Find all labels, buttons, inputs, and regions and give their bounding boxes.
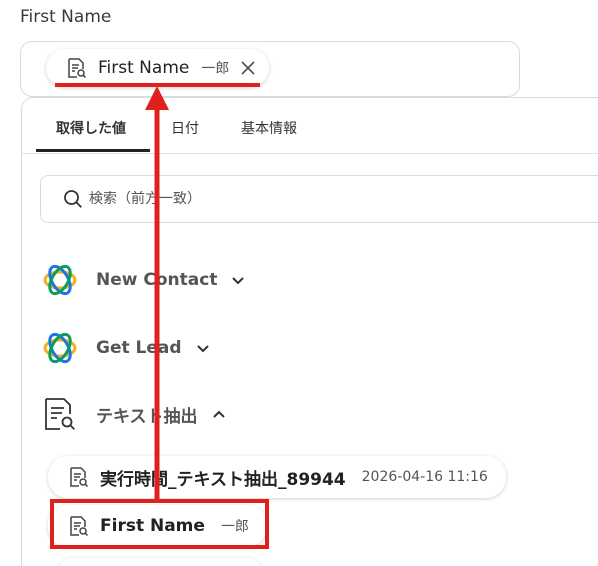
chip-value: 一郎 [201,61,230,77]
field-label: First Name [20,7,112,27]
tab-retrieved-values[interactable]: 取得した値 [36,118,151,152]
group-get-lead[interactable]: Get Lead [42,330,212,366]
document-search-icon [64,56,88,80]
annotation-underline [55,83,260,87]
tab-basic-info[interactable]: 基本情報 [241,118,297,152]
search-input[interactable] [89,191,389,207]
document-search-icon [42,396,78,432]
zoho-crm-icon [42,330,78,366]
selected-value-chip[interactable]: First Name 一郎 [46,49,270,87]
value-item-chip[interactable]: 実行時間_テキスト抽出_89944 2026-04-16 11:16 [48,456,506,498]
active-tab-indicator [36,149,150,152]
chip-name: First Name [98,58,190,78]
group-name: Get Lead [96,338,182,358]
item-name: 実行時間_テキスト抽出_89944 [100,469,346,490]
item-value: 2026-04-16 11:16 [361,469,488,485]
chevron-up-icon[interactable] [210,405,228,423]
close-icon[interactable] [239,59,257,77]
group-name: テキスト抽出 [96,406,198,427]
group-new-contact[interactable]: New Contact [42,262,247,298]
value-item-chip[interactable] [60,558,260,566]
zoho-crm-icon [42,262,78,298]
tab-date[interactable]: 日付 [171,118,227,152]
tabs-divider [22,153,598,154]
chevron-down-icon[interactable] [229,271,247,289]
group-name: New Contact [96,270,218,290]
group-text-extraction[interactable]: テキスト抽出 [42,396,228,432]
annotation-highlight-box [50,499,269,549]
tab-bar: 取得した値 日付 基本情報 [36,118,297,152]
search-icon [63,189,83,209]
document-search-icon [66,465,90,489]
chevron-down-icon[interactable] [194,339,212,357]
search-box[interactable] [40,175,598,223]
